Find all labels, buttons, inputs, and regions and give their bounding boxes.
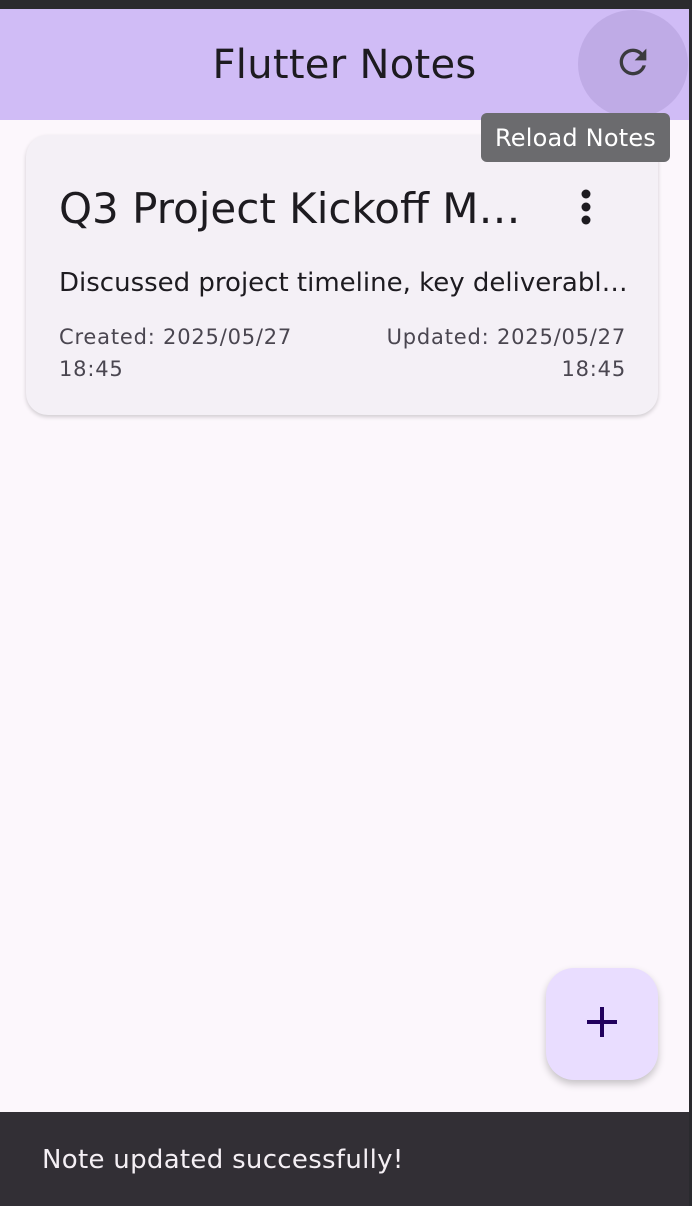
app-window: Flutter Notes Q3 Project Kickoff Meeting…	[0, 0, 692, 1206]
note-updated-label: Updated: 2025/05/27	[386, 325, 626, 349]
snackbar: Note updated successfully!	[0, 1112, 689, 1206]
note-created-date: Created: 2025/05/27 18:45	[59, 321, 319, 385]
window-top-bar	[0, 0, 689, 9]
note-created-label: Created: 2025/05/27	[59, 325, 293, 349]
note-menu-button[interactable]	[560, 181, 612, 237]
reload-tooltip: Reload Notes	[481, 113, 670, 162]
note-created-time: 18:45	[59, 357, 124, 381]
app-bar: Flutter Notes	[0, 9, 689, 120]
add-note-button[interactable]	[546, 968, 658, 1080]
note-card[interactable]: Q3 Project Kickoff Meeting Discussed pro…	[26, 135, 658, 415]
add-icon	[585, 1005, 619, 1043]
note-updated-time: 18:45	[561, 357, 626, 381]
note-preview: Discussed project timeline, key delivera…	[59, 268, 629, 298]
note-updated-date: Updated: 2025/05/27 18:45	[366, 321, 626, 385]
refresh-icon	[613, 42, 653, 86]
snackbar-message: Note updated successfully!	[42, 1145, 404, 1175]
reload-button[interactable]	[578, 10, 688, 118]
more-vert-icon	[579, 187, 593, 231]
note-title: Q3 Project Kickoff Meeting	[59, 184, 529, 233]
